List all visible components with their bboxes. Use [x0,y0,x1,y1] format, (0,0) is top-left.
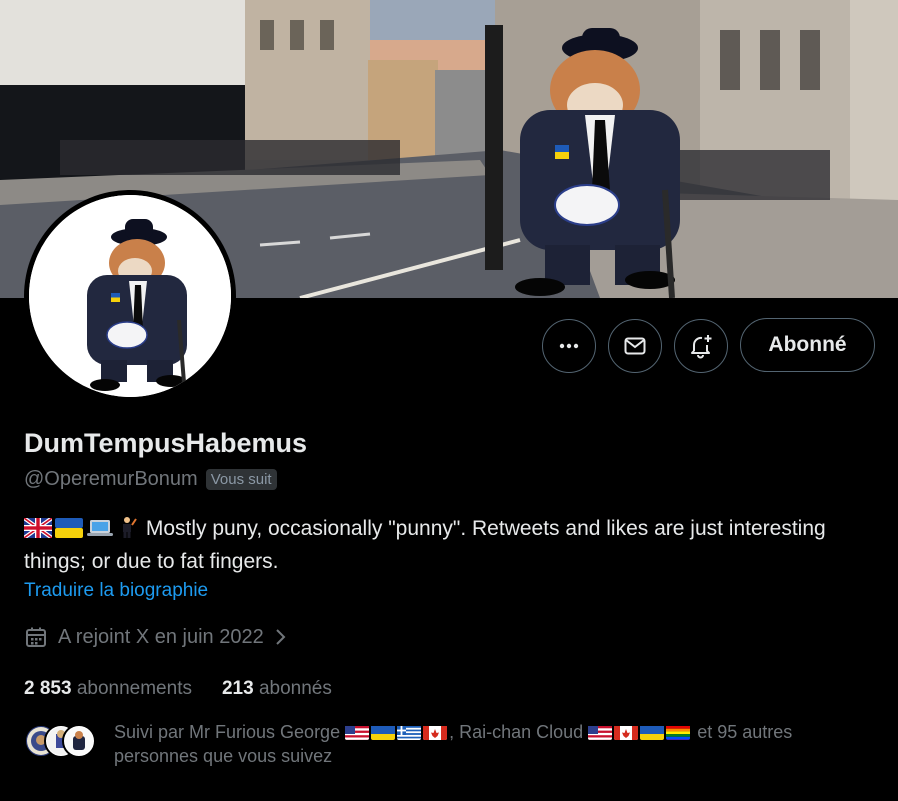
chevron-right-icon[interactable] [274,627,288,647]
us-flag-icon [345,724,370,740]
mutual-avatars [24,724,100,760]
mail-icon [624,337,646,355]
us-flag-icon [588,724,613,740]
user-handle: @OperemurBonum [24,468,198,490]
follows-you-badge: Vous suit [205,469,277,490]
canada-flag-icon [614,724,639,740]
follow-stats: 2 853 abonnements 213 abonnés [24,678,332,700]
display-name: DumTempusHabemus [24,428,308,458]
bio-text: Mostly puny, occasionally "punny". Retwe… [24,517,826,573]
rainbow-flag-icon [666,724,691,740]
followers-you-know[interactable]: Suivi par Mr Furious George , Rai-chan C… [24,720,874,768]
join-date: A rejoint X en juin 2022 [24,625,288,649]
mutual-avatar [62,724,96,758]
canada-flag-icon [423,724,448,740]
following-stat[interactable]: 2 853 abonnements [24,678,192,700]
bell-plus-icon [691,335,712,359]
ukraine-flag-icon [640,724,665,740]
followers-label: abonnés [258,678,332,699]
translate-bio-link[interactable]: Traduire la biographie [24,580,208,602]
person-in-suit-icon [117,516,137,547]
ukraine-flag-icon [371,724,396,740]
handle-row: @OperemurBonum Vous suit [24,468,277,491]
uk-flag-icon [22,516,54,547]
avatar-image [29,195,231,397]
following-label: abonnements [76,678,192,699]
followed-by-text: Suivi par Mr Furious George , Rai-chan C… [114,720,874,768]
calendar-icon [26,627,46,647]
following-count: 2 853 [24,678,72,699]
followed-by-middle: , Rai-chan Cloud [449,722,584,742]
ukraine-flag-icon [55,517,83,547]
laptop-icon [86,517,114,547]
profile-avatar[interactable] [24,190,236,402]
greece-flag-icon [397,724,422,740]
bio: Mostly puny, occasionally "punny". Retwe… [22,514,874,577]
message-button[interactable] [608,319,662,373]
followers-stat[interactable]: 213 abonnés [222,678,332,700]
more-icon [559,343,579,349]
following-button[interactable]: Abonné [740,318,875,372]
more-button[interactable] [542,319,596,373]
notify-button[interactable] [674,319,728,373]
followers-count: 213 [221,678,254,699]
followed-by-prefix: Suivi par Mr Furious George [114,722,341,742]
join-date-text: A rejoint X en juin 2022 [58,625,264,648]
